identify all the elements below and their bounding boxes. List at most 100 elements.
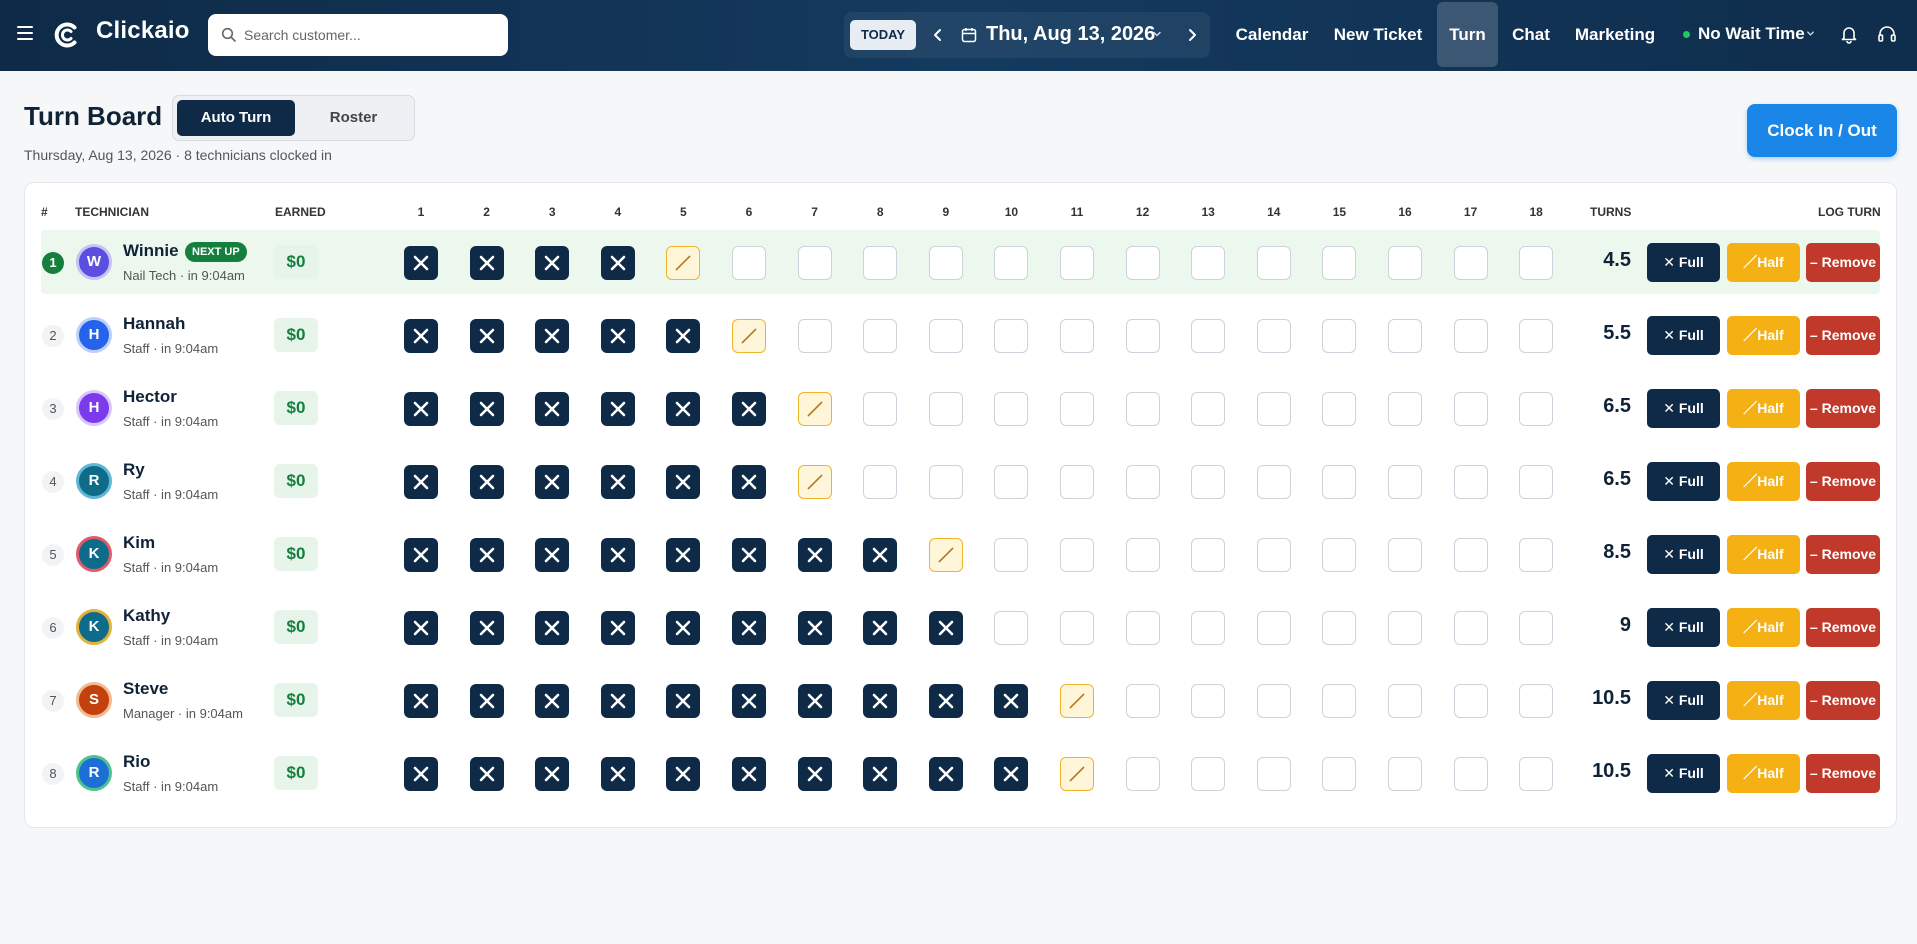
- turn-slot-empty[interactable]: [1519, 611, 1554, 645]
- turn-slot-empty[interactable]: [1388, 465, 1422, 499]
- turn-slot-full[interactable]: [600, 465, 635, 499]
- bell-icon[interactable]: [1840, 24, 1858, 44]
- turn-slot-empty[interactable]: [1060, 246, 1094, 280]
- turn-slot-full[interactable]: [863, 757, 898, 791]
- remove-turn-button[interactable]: – Remove: [1806, 316, 1880, 355]
- log-full-turn-button[interactable]: ✕ Full: [1647, 754, 1720, 793]
- technician-name[interactable]: Kathy: [123, 606, 170, 626]
- log-full-turn-button[interactable]: ✕ Full: [1647, 389, 1720, 428]
- turn-slot-full[interactable]: [535, 465, 570, 499]
- turn-slot-empty[interactable]: [1256, 684, 1291, 718]
- turn-slot-full[interactable]: [928, 684, 963, 718]
- turn-slot-empty[interactable]: [928, 246, 963, 280]
- log-half-turn-button[interactable]: ／Half: [1727, 608, 1800, 647]
- turn-slot-empty[interactable]: [1125, 684, 1160, 718]
- turn-slot-full[interactable]: [797, 538, 832, 572]
- turn-slot-full[interactable]: [863, 684, 898, 718]
- turn-slot-empty[interactable]: [1256, 246, 1291, 280]
- turn-slot-full[interactable]: [863, 611, 898, 645]
- roster-tab[interactable]: Roster: [295, 100, 412, 136]
- technician-name[interactable]: Ry: [123, 460, 145, 480]
- turn-slot-full[interactable]: [535, 684, 570, 718]
- turn-slot-full[interactable]: [469, 611, 504, 645]
- current-date[interactable]: Thu, Aug 13, 2026: [986, 23, 1155, 46]
- turn-slot-empty[interactable]: [1256, 757, 1291, 791]
- turn-slot-empty[interactable]: [1453, 319, 1488, 353]
- turn-slot-full[interactable]: [404, 684, 438, 718]
- log-half-turn-button[interactable]: ／Half: [1727, 754, 1800, 793]
- technician-name[interactable]: Hannah: [123, 314, 185, 334]
- today-button[interactable]: TODAY: [850, 20, 916, 50]
- turn-slot-empty[interactable]: [1322, 611, 1357, 645]
- turn-slot-empty[interactable]: [994, 246, 1029, 280]
- turn-slot-full[interactable]: [404, 757, 438, 791]
- turn-slot-empty[interactable]: [1125, 246, 1160, 280]
- turn-slot-empty[interactable]: [1191, 465, 1226, 499]
- turn-slot-empty[interactable]: [928, 392, 963, 426]
- remove-turn-button[interactable]: – Remove: [1806, 754, 1880, 793]
- turn-slot-full[interactable]: [404, 246, 438, 280]
- nav-turn[interactable]: Turn: [1437, 2, 1498, 67]
- wait-status[interactable]: No Wait Time: [1698, 24, 1805, 44]
- turn-slot-empty[interactable]: [1322, 319, 1357, 353]
- turn-slot-empty[interactable]: [1453, 538, 1488, 572]
- turn-slot-empty[interactable]: [1453, 684, 1488, 718]
- turn-slot-empty[interactable]: [1125, 538, 1160, 572]
- turn-slot-full[interactable]: [469, 392, 504, 426]
- turn-slot-half[interactable]: [1060, 684, 1094, 718]
- turn-slot-empty[interactable]: [1519, 392, 1554, 426]
- turn-slot-empty[interactable]: [1125, 757, 1160, 791]
- turn-slot-full[interactable]: [469, 465, 504, 499]
- turn-slot-empty[interactable]: [1191, 538, 1226, 572]
- log-full-turn-button[interactable]: ✕ Full: [1647, 681, 1720, 720]
- turn-slot-full[interactable]: [666, 684, 701, 718]
- turn-slot-empty[interactable]: [928, 465, 963, 499]
- log-full-turn-button[interactable]: ✕ Full: [1647, 462, 1720, 501]
- turn-slot-full[interactable]: [600, 611, 635, 645]
- technician-name[interactable]: Winnie: [123, 241, 179, 261]
- turn-slot-full[interactable]: [600, 757, 635, 791]
- log-full-turn-button[interactable]: ✕ Full: [1647, 608, 1720, 647]
- turn-slot-empty[interactable]: [994, 611, 1029, 645]
- turn-slot-empty[interactable]: [1322, 392, 1357, 426]
- turn-slot-empty[interactable]: [797, 319, 832, 353]
- turn-slot-empty[interactable]: [994, 538, 1029, 572]
- log-half-turn-button[interactable]: ／Half: [1727, 243, 1800, 282]
- turn-slot-empty[interactable]: [1519, 684, 1554, 718]
- turn-slot-full[interactable]: [469, 538, 504, 572]
- turn-slot-empty[interactable]: [1388, 611, 1422, 645]
- turn-slot-full[interactable]: [928, 757, 963, 791]
- turn-slot-empty[interactable]: [1256, 538, 1291, 572]
- turn-slot-empty[interactable]: [1322, 684, 1357, 718]
- customer-search[interactable]: [208, 14, 508, 56]
- turn-slot-empty[interactable]: [1060, 392, 1094, 426]
- turn-slot-empty[interactable]: [1322, 538, 1357, 572]
- turn-slot-empty[interactable]: [1322, 465, 1357, 499]
- remove-turn-button[interactable]: – Remove: [1806, 462, 1880, 501]
- turn-slot-full[interactable]: [600, 319, 635, 353]
- turn-slot-full[interactable]: [600, 392, 635, 426]
- turn-slot-full[interactable]: [404, 319, 438, 353]
- nav-chat[interactable]: Chat: [1508, 0, 1554, 67]
- log-half-turn-button[interactable]: ／Half: [1727, 316, 1800, 355]
- turn-slot-empty[interactable]: [1453, 611, 1488, 645]
- turn-slot-empty[interactable]: [928, 319, 963, 353]
- turn-slot-empty[interactable]: [863, 465, 898, 499]
- turn-slot-full[interactable]: [469, 246, 504, 280]
- turn-slot-full[interactable]: [732, 538, 766, 572]
- turn-slot-empty[interactable]: [1191, 319, 1226, 353]
- turn-slot-full[interactable]: [535, 538, 570, 572]
- turn-slot-empty[interactable]: [994, 465, 1029, 499]
- turn-slot-full[interactable]: [863, 538, 898, 572]
- turn-slot-full[interactable]: [469, 757, 504, 791]
- turn-slot-full[interactable]: [666, 392, 701, 426]
- turn-slot-empty[interactable]: [1060, 465, 1094, 499]
- log-half-turn-button[interactable]: ／Half: [1727, 389, 1800, 428]
- log-half-turn-button[interactable]: ／Half: [1727, 681, 1800, 720]
- turn-slot-empty[interactable]: [1388, 319, 1422, 353]
- turn-slot-empty[interactable]: [1453, 465, 1488, 499]
- turn-slot-full[interactable]: [732, 684, 766, 718]
- turn-slot-empty[interactable]: [1191, 246, 1226, 280]
- turn-slot-full[interactable]: [994, 684, 1029, 718]
- log-half-turn-button[interactable]: ／Half: [1727, 535, 1800, 574]
